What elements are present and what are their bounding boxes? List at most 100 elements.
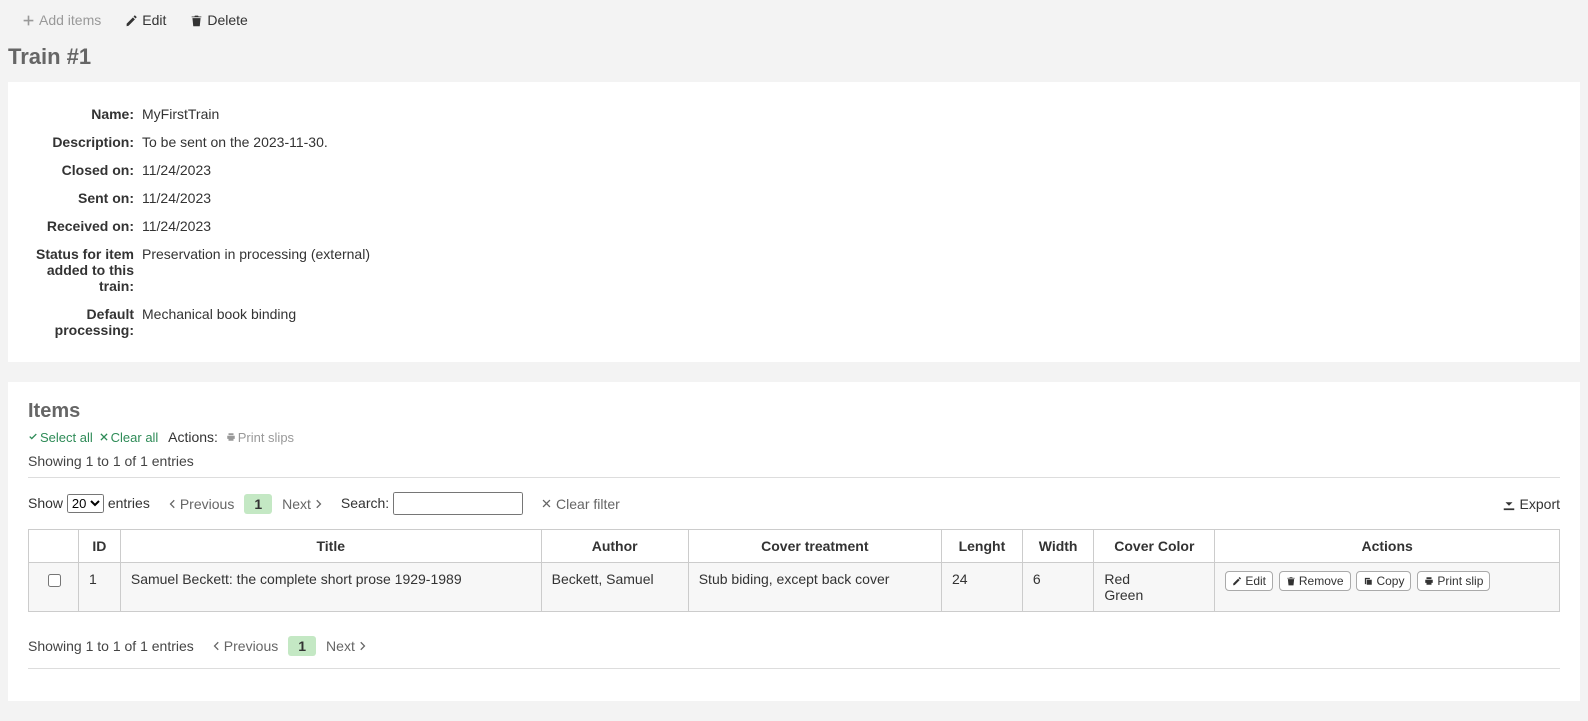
cell-id: 1 [79, 563, 121, 612]
next-button-bottom[interactable]: Next [326, 638, 367, 654]
clear-filter-button[interactable]: Clear filter [541, 496, 620, 512]
pencil-icon [125, 14, 138, 27]
download-icon [1502, 497, 1516, 511]
previous-label: Previous [180, 496, 234, 512]
pencil-icon [1232, 576, 1242, 586]
col-checkbox [29, 530, 79, 563]
add-items-button: Add items [22, 12, 101, 28]
col-actions: Actions [1215, 530, 1560, 563]
name-label: Name: [28, 100, 138, 128]
details-table: Name: MyFirstTrain Description: To be se… [28, 100, 374, 344]
x-icon [541, 498, 552, 509]
delete-button[interactable]: Delete [190, 12, 247, 28]
x-icon [99, 432, 109, 442]
select-all-link[interactable]: Select all [28, 430, 93, 445]
previous-button[interactable]: Previous [168, 496, 234, 512]
description-label: Description: [28, 128, 138, 156]
print-slips-label: Print slips [238, 430, 294, 445]
edit-button[interactable]: Edit [125, 12, 166, 28]
plus-icon [22, 14, 35, 27]
row-edit-button[interactable]: Edit [1225, 571, 1273, 591]
controls-row: Show 20 entries Previous 1 Next Search: … [28, 492, 1560, 515]
previous-label-bottom: Previous [224, 638, 278, 654]
received-label: Received on: [28, 212, 138, 240]
description-value: To be sent on the 2023-11-30. [138, 128, 374, 156]
sent-value: 11/24/2023 [138, 184, 374, 212]
check-icon [28, 432, 38, 442]
showing-top: Showing 1 to 1 of 1 entries [28, 453, 1560, 469]
default-proc-label: Default processing: [28, 300, 138, 344]
row-checkbox[interactable] [48, 574, 61, 587]
print-icon [226, 432, 236, 442]
export-label: Export [1520, 496, 1560, 512]
items-table: ID Title Author Cover treatment Lenght W… [28, 529, 1560, 612]
trash-icon [1286, 576, 1296, 586]
cell-actions: Edit Remove Copy Print slip [1215, 563, 1560, 612]
trash-icon [190, 14, 203, 27]
chevron-left-icon [168, 499, 178, 509]
top-toolbar: Add items Edit Delete [0, 0, 1588, 40]
actions-label: Actions: [168, 429, 218, 445]
edit-label: Edit [142, 12, 166, 28]
chevron-right-icon [357, 641, 367, 651]
sent-label: Sent on: [28, 184, 138, 212]
clear-all-link[interactable]: Clear all [99, 430, 159, 445]
chevron-left-icon [212, 641, 222, 651]
col-author[interactable]: Author [541, 530, 688, 563]
cell-cover-color: Red Green [1094, 563, 1215, 612]
footer-row: Showing 1 to 1 of 1 entries Previous 1 N… [28, 630, 1560, 662]
page-number-bottom[interactable]: 1 [288, 636, 316, 656]
clear-filter-label: Clear filter [556, 496, 620, 512]
next-button[interactable]: Next [282, 496, 323, 512]
copy-icon [1363, 576, 1373, 586]
table-row: 1 Samuel Beckett: the complete short pro… [29, 563, 1560, 612]
separator [28, 477, 1560, 478]
received-value: 11/24/2023 [138, 212, 374, 240]
default-proc-value: Mechanical book binding [138, 300, 374, 344]
list-actions: Select all Clear all Actions: Print slip… [28, 429, 1560, 445]
print-icon [1424, 576, 1434, 586]
cell-author: Beckett, Samuel [541, 563, 688, 612]
add-items-label: Add items [39, 12, 101, 28]
chevron-right-icon [313, 499, 323, 509]
table-header-row: ID Title Author Cover treatment Lenght W… [29, 530, 1560, 563]
separator-bottom [28, 668, 1560, 669]
col-id[interactable]: ID [79, 530, 121, 563]
showing-bottom: Showing 1 to 1 of 1 entries [28, 638, 194, 654]
col-title[interactable]: Title [120, 530, 541, 563]
col-cover-treatment[interactable]: Cover treatment [688, 530, 941, 563]
col-length[interactable]: Lenght [941, 530, 1022, 563]
details-panel: Name: MyFirstTrain Description: To be se… [8, 82, 1580, 362]
page-number[interactable]: 1 [244, 494, 272, 514]
clear-all-label: Clear all [111, 430, 159, 445]
page-size-select[interactable]: 20 [67, 494, 104, 513]
next-label-bottom: Next [326, 638, 355, 654]
export-button[interactable]: Export [1502, 496, 1560, 512]
row-copy-button[interactable]: Copy [1356, 571, 1411, 591]
entries-label: entries [108, 495, 150, 511]
closed-value: 11/24/2023 [138, 156, 374, 184]
previous-button-bottom[interactable]: Previous [212, 638, 278, 654]
page-title: Train #1 [8, 44, 1588, 70]
next-label: Next [282, 496, 311, 512]
cell-title: Samuel Beckett: the complete short prose… [120, 563, 541, 612]
items-title: Items [28, 400, 1560, 423]
cell-length: 24 [941, 563, 1022, 612]
row-remove-button[interactable]: Remove [1279, 571, 1351, 591]
search-box: Search: [341, 492, 523, 515]
row-print-slip-button[interactable]: Print slip [1417, 571, 1490, 591]
status-label: Status for item added to this train: [28, 240, 138, 300]
page-size-control: Show 20 entries [28, 494, 150, 513]
show-label: Show [28, 495, 63, 511]
select-all-label: Select all [40, 430, 93, 445]
print-slips-link[interactable]: Print slips [226, 430, 294, 445]
col-cover-color[interactable]: Cover Color [1094, 530, 1215, 563]
status-value: Preservation in processing (external) [138, 240, 374, 300]
cell-cover-treatment: Stub biding, except back cover [688, 563, 941, 612]
name-value: MyFirstTrain [138, 100, 374, 128]
search-label: Search: [341, 495, 389, 511]
pager-bottom: Previous 1 Next [212, 636, 367, 656]
col-width[interactable]: Width [1022, 530, 1093, 563]
search-input[interactable] [393, 492, 523, 515]
cell-width: 6 [1022, 563, 1093, 612]
